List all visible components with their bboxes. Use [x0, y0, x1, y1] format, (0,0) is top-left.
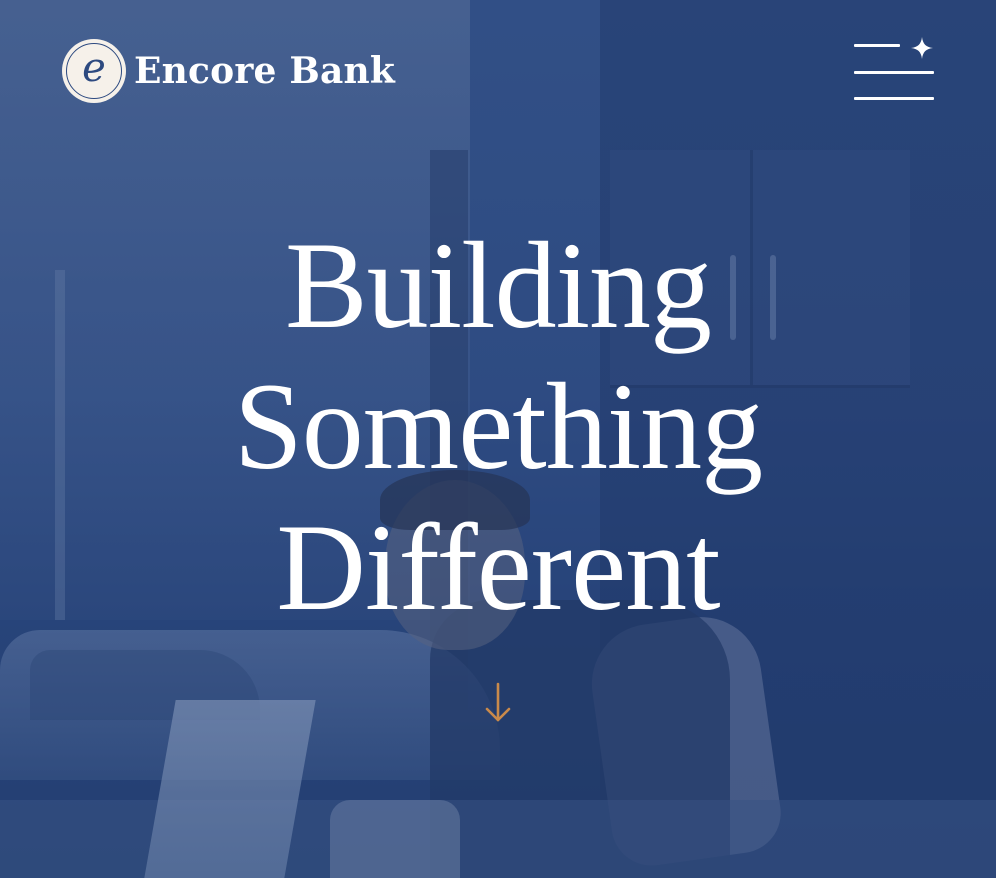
hamburger-menu-icon: [854, 97, 934, 100]
hero-headline-line: Building: [284, 217, 712, 354]
hamburger-menu-icon: [854, 44, 900, 47]
arrow-down-icon[interactable]: [483, 682, 513, 724]
brand-logo-badge: e: [62, 39, 126, 103]
brand-name: Encore Bank: [134, 50, 396, 92]
brand-logo-link[interactable]: e Encore Bank: [62, 39, 395, 103]
site-header: e Encore Bank: [0, 0, 996, 150]
hero-headline-line: Different: [276, 499, 720, 636]
menu-button[interactable]: [850, 36, 940, 106]
sparkle-icon: [911, 37, 933, 59]
hero-headline-line: Something: [233, 358, 763, 495]
hero-headline: Building Something Different: [0, 215, 996, 638]
hamburger-menu-icon: [854, 71, 934, 74]
brand-logo-letter: e: [82, 45, 106, 91]
